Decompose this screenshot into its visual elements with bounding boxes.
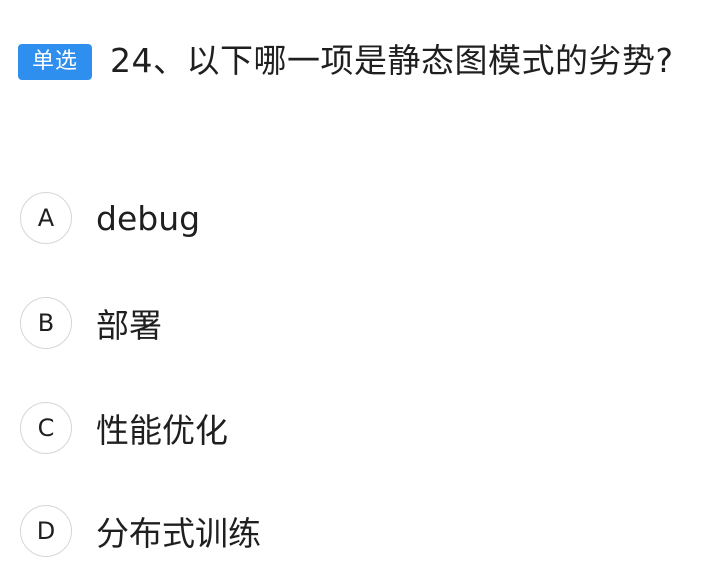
question-stem: 单选 24、以下哪一项是静态图模式的劣势? [18,36,688,86]
option-a-letter-circle: A [20,192,72,244]
option-c-letter-circle: C [20,402,72,454]
option-d-letter-circle: D [20,505,72,557]
option-a-text: debug [96,198,201,238]
option-d-text: 分布式训练 [96,514,261,553]
option-b-text: 部署 [96,306,162,345]
option-b[interactable]: B 部署 [20,295,660,351]
option-a[interactable]: A debug [20,190,660,246]
option-d[interactable]: D 分布式训练 [20,503,660,559]
option-c-text: 性能优化 [96,411,228,450]
option-c[interactable]: C 性能优化 [20,400,660,456]
option-b-letter-circle: B [20,297,72,349]
question-type-badge: 单选 [18,44,93,80]
question-text: 24、以下哪一项是静态图模式的劣势? [110,41,674,80]
